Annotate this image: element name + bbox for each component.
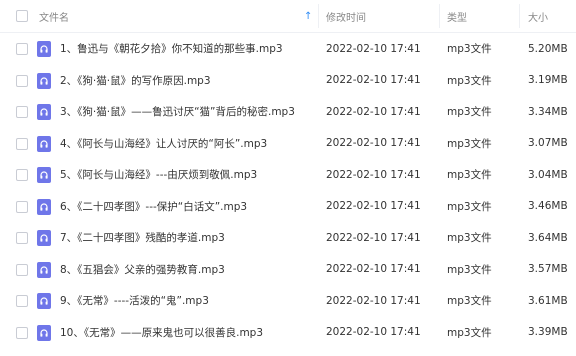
table-row[interactable]: 10、《无常》——原来鬼也可以很善良.mp3 2022-02-10 17:41 mp… <box>0 317 576 349</box>
audio-file-icon <box>37 198 51 215</box>
file-type: mp3文件 <box>447 326 492 339</box>
row-checkbox[interactable] <box>16 74 28 87</box>
audio-file-icon <box>37 293 51 309</box>
modified-time: 2022-02-10 17:41 <box>326 42 421 55</box>
column-header-type[interactable]: 类型 <box>447 9 467 24</box>
select-all-checkbox[interactable] <box>16 10 28 22</box>
file-type: mp3文件 <box>447 43 492 56</box>
table-row[interactable]: 7、《二十四孝图》残酷的孝道.mp3 2022-02-10 17:41 mp3文件 3… <box>0 222 576 254</box>
column-header-size[interactable]: 大小 <box>528 9 548 24</box>
file-size: 3.61MB <box>528 294 568 307</box>
table-row[interactable]: 8、《五猖会》父亲的强势教育.mp3 2022-02-10 17:41 mp3文件 3… <box>0 254 576 286</box>
file-size: 3.34MB <box>528 105 568 118</box>
file-size: 3.57MB <box>528 263 568 276</box>
column-divider[interactable] <box>519 4 520 28</box>
modified-time: 2022-02-10 17:41 <box>326 263 421 276</box>
table-row[interactable]: 1、鲁迅与《朝花夕拾》你不知道的那些事.mp3 2022-02-10 17:41 m… <box>0 33 576 65</box>
file-name[interactable]: 1、鲁迅与《朝花夕拾》你不知道的那些事.mp3 <box>60 41 283 56</box>
table-row[interactable]: 4、《阿长与山海经》让人讨厌的“阿长”.mp3 2022-02-10 17:41 m… <box>0 128 576 160</box>
table-row[interactable]: 5、《阿长与山海经》---由厌烦到敬佩.mp3 2022-02-10 17:41 m… <box>0 159 576 191</box>
modified-time: 2022-02-10 17:41 <box>326 231 421 244</box>
row-checkbox[interactable] <box>16 137 28 150</box>
file-type: mp3文件 <box>447 200 492 213</box>
modified-time: 2022-02-10 17:41 <box>326 326 421 339</box>
modified-time: 2022-02-10 17:41 <box>326 294 421 307</box>
file-name[interactable]: 5、《阿长与山海经》---由厌烦到敬佩.mp3 <box>60 167 257 182</box>
file-size: 3.64MB <box>528 231 568 244</box>
modified-time: 2022-02-10 17:41 <box>326 74 421 87</box>
file-size: 3.19MB <box>528 74 568 87</box>
file-type: mp3文件 <box>447 106 492 119</box>
audio-file-icon <box>37 104 51 120</box>
table-row[interactable]: 9、《无常》----活泼的“鬼”.mp3 2022-02-10 17:41 mp3文… <box>0 285 576 317</box>
file-type: mp3文件 <box>447 295 492 308</box>
row-checkbox[interactable] <box>16 232 28 244</box>
row-checkbox[interactable] <box>16 43 28 55</box>
file-type: mp3文件 <box>447 137 492 150</box>
row-checkbox[interactable] <box>16 295 28 307</box>
file-size: 3.46MB <box>528 200 568 213</box>
audio-file-icon <box>37 230 51 246</box>
row-checkbox[interactable] <box>16 326 28 339</box>
audio-file-icon <box>37 324 51 341</box>
file-name[interactable]: 9、《无常》----活泼的“鬼”.mp3 <box>60 293 209 308</box>
table-row[interactable]: 3、《狗·猫·鼠》——鲁迅讨厌“猫”背后的秘密.mp3 2022-02-10 17… <box>0 96 576 128</box>
file-name[interactable]: 3、《狗·猫·鼠》——鲁迅讨厌“猫”背后的秘密.mp3 <box>60 104 295 119</box>
column-header-time[interactable]: 修改时间 <box>326 9 366 24</box>
row-checkbox[interactable] <box>16 106 28 118</box>
column-header-name[interactable]: 文件名 <box>39 9 69 24</box>
row-checkbox[interactable] <box>16 169 28 181</box>
file-rows: 1、鲁迅与《朝花夕拾》你不知道的那些事.mp3 2022-02-10 17:41 m… <box>0 33 576 348</box>
file-size: 5.20MB <box>528 42 568 55</box>
file-name[interactable]: 4、《阿长与山海经》让人讨厌的“阿长”.mp3 <box>60 136 267 151</box>
column-divider[interactable] <box>318 4 319 28</box>
audio-file-icon <box>37 41 51 57</box>
modified-time: 2022-02-10 17:41 <box>326 105 421 118</box>
sort-ascending-icon[interactable]: ↑ <box>304 11 312 22</box>
file-name[interactable]: 10、《无常》——原来鬼也可以很善良.mp3 <box>60 325 263 340</box>
file-list-table: 文件名 ↑ 修改时间 类型 大小 1、鲁迅与《朝花夕拾》你不知道的那些事.mp3… <box>0 0 576 348</box>
audio-file-icon <box>37 135 51 152</box>
file-size: 3.39MB <box>528 326 568 339</box>
file-name[interactable]: 2、《狗·猫·鼠》的写作原因.mp3 <box>60 73 211 88</box>
table-row[interactable]: 2、《狗·猫·鼠》的写作原因.mp3 2022-02-10 17:41 mp3文件 3… <box>0 65 576 97</box>
table-header: 文件名 ↑ 修改时间 类型 大小 <box>0 0 576 33</box>
file-size: 3.07MB <box>528 137 568 150</box>
file-size: 3.04MB <box>528 168 568 181</box>
modified-time: 2022-02-10 17:41 <box>326 137 421 150</box>
audio-file-icon <box>37 72 51 89</box>
file-type: mp3文件 <box>447 232 492 245</box>
file-type: mp3文件 <box>447 169 492 182</box>
file-name[interactable]: 6、《二十四孝图》---保护“白话文”.mp3 <box>60 199 247 214</box>
file-name[interactable]: 7、《二十四孝图》残酷的孝道.mp3 <box>60 230 225 245</box>
table-row[interactable]: 6、《二十四孝图》---保护“白话文”.mp3 2022-02-10 17:41 m… <box>0 191 576 223</box>
column-divider[interactable] <box>439 4 440 28</box>
audio-file-icon <box>37 261 51 278</box>
modified-time: 2022-02-10 17:41 <box>326 200 421 213</box>
audio-file-icon <box>37 167 51 183</box>
row-checkbox[interactable] <box>16 200 28 213</box>
modified-time: 2022-02-10 17:41 <box>326 168 421 181</box>
file-type: mp3文件 <box>447 263 492 276</box>
file-name[interactable]: 8、《五猖会》父亲的强势教育.mp3 <box>60 262 225 277</box>
file-type: mp3文件 <box>447 74 492 87</box>
row-checkbox[interactable] <box>16 263 28 276</box>
